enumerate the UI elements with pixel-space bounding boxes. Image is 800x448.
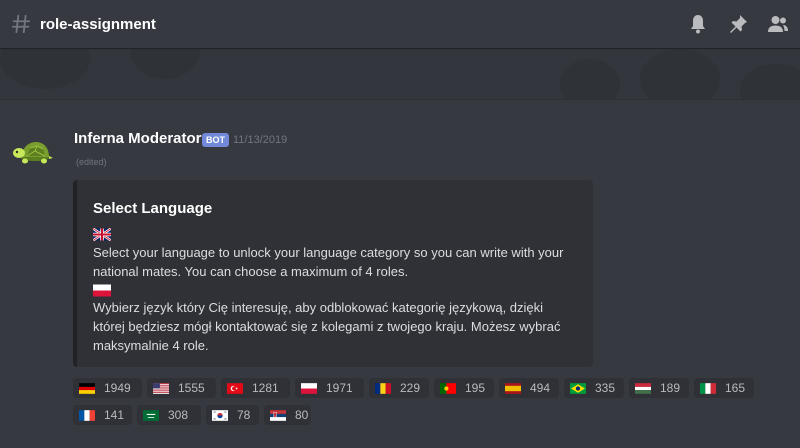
uk-flag-icon bbox=[93, 228, 111, 241]
usa-flag-icon bbox=[153, 382, 169, 394]
reaction-count: 80 bbox=[295, 408, 309, 422]
reaction-count: 195 bbox=[465, 381, 486, 395]
message-timestamp: 11/13/2019 bbox=[233, 134, 288, 146]
message-author[interactable]: Inferna Moderator bbox=[74, 130, 202, 147]
channel-name: role-assignment bbox=[40, 15, 156, 33]
south-korea-flag-icon bbox=[212, 409, 228, 421]
italy-flag-icon bbox=[700, 382, 716, 394]
reaction-count: 1555 bbox=[178, 381, 205, 395]
channel-header: role-assignment bbox=[0, 0, 800, 48]
embed-english-text: Select your language to unlock your lang… bbox=[93, 245, 564, 279]
reaction-count: 78 bbox=[237, 408, 251, 422]
saudi-arabia-flag-icon bbox=[143, 409, 159, 421]
channel-banner bbox=[0, 49, 800, 100]
reaction-count: 335 bbox=[595, 381, 616, 395]
france-flag-icon bbox=[79, 409, 95, 421]
members-icon[interactable] bbox=[766, 12, 790, 36]
reaction-count: 229 bbox=[400, 381, 421, 395]
message-embed: Select Language Select your language to … bbox=[73, 180, 593, 367]
reaction-count: 165 bbox=[725, 381, 746, 395]
portugal-flag-icon bbox=[440, 382, 456, 394]
reaction-spain[interactable]: 494 bbox=[499, 378, 559, 398]
edited-label: (edited) bbox=[76, 157, 107, 167]
reaction-turkey[interactable]: 1281 bbox=[221, 378, 290, 398]
reaction-count: 308 bbox=[168, 408, 189, 422]
reaction-count: 1949 bbox=[104, 381, 131, 395]
reaction-count: 189 bbox=[660, 381, 681, 395]
poland-flag-icon bbox=[93, 284, 111, 297]
reaction-count: 1281 bbox=[252, 381, 279, 395]
poland-flag-icon bbox=[301, 382, 317, 394]
germany-flag-icon bbox=[79, 382, 95, 394]
reaction-germany[interactable]: 1949 bbox=[73, 378, 142, 398]
embed-polish-text: Wybierz język który Cię interesuję, aby … bbox=[93, 300, 561, 353]
bot-tag: BOT bbox=[202, 133, 229, 147]
reaction-saudi-arabia[interactable]: 308 bbox=[137, 405, 201, 425]
brazil-flag-icon bbox=[570, 382, 586, 394]
reaction-romania[interactable]: 229 bbox=[369, 378, 429, 398]
reaction-italy[interactable]: 165 bbox=[694, 378, 754, 398]
reaction-poland[interactable]: 1971 bbox=[295, 378, 364, 398]
serbia-flag-icon bbox=[270, 409, 286, 421]
turkey-flag-icon bbox=[227, 382, 243, 394]
header-toolbar bbox=[686, 12, 790, 36]
reaction-brazil[interactable]: 335 bbox=[564, 378, 624, 398]
reaction-serbia[interactable]: 80 bbox=[264, 405, 311, 425]
embed-title: Select Language bbox=[93, 200, 213, 217]
reaction-count: 1971 bbox=[326, 381, 353, 395]
reaction-hungary[interactable]: 189 bbox=[629, 378, 689, 398]
hungary-flag-icon bbox=[635, 382, 651, 394]
reaction-count: 494 bbox=[530, 381, 551, 395]
romania-flag-icon bbox=[375, 382, 391, 394]
reaction-count: 141 bbox=[104, 408, 125, 422]
pin-icon[interactable] bbox=[726, 12, 750, 36]
reaction-south-korea[interactable]: 78 bbox=[206, 405, 259, 425]
turtle-avatar-icon[interactable] bbox=[11, 129, 55, 173]
reaction-portugal[interactable]: 195 bbox=[434, 378, 494, 398]
hashtag-icon bbox=[11, 14, 31, 34]
bell-icon[interactable] bbox=[686, 12, 710, 36]
spain-flag-icon bbox=[505, 382, 521, 394]
reaction-usa[interactable]: 1555 bbox=[147, 378, 216, 398]
reaction-france[interactable]: 141 bbox=[73, 405, 132, 425]
